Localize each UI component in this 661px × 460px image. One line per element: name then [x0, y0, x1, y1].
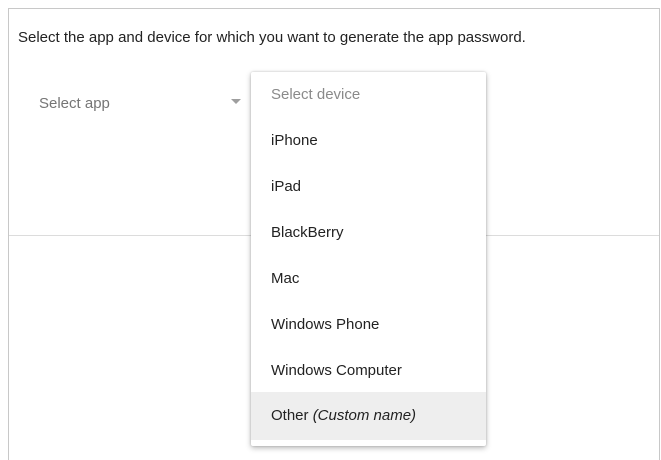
device-option-other-label: Other — [271, 407, 309, 424]
device-option-other-suffix: (Custom name) — [312, 407, 417, 424]
instruction-text: Select the app and device for which you … — [18, 29, 526, 46]
dropdown-arrow-icon — [231, 99, 241, 104]
device-option-windows-computer[interactable]: Windows Computer — [251, 348, 486, 394]
select-app-dropdown[interactable]: Select app — [39, 85, 247, 115]
device-option-iphone[interactable]: iPhone — [251, 118, 486, 164]
select-device-menu[interactable]: Select device iPhone iPad BlackBerry Mac… — [251, 72, 486, 446]
select-app-label: Select app — [39, 95, 110, 112]
device-option-windows-phone[interactable]: Windows Phone — [251, 302, 486, 348]
device-option-blackberry[interactable]: BlackBerry — [251, 210, 486, 256]
device-option-mac[interactable]: Mac — [251, 256, 486, 302]
select-device-placeholder[interactable]: Select device — [251, 72, 486, 118]
device-option-ipad[interactable]: iPad — [251, 164, 486, 210]
device-option-other[interactable]: Other (Custom name) — [251, 392, 486, 440]
